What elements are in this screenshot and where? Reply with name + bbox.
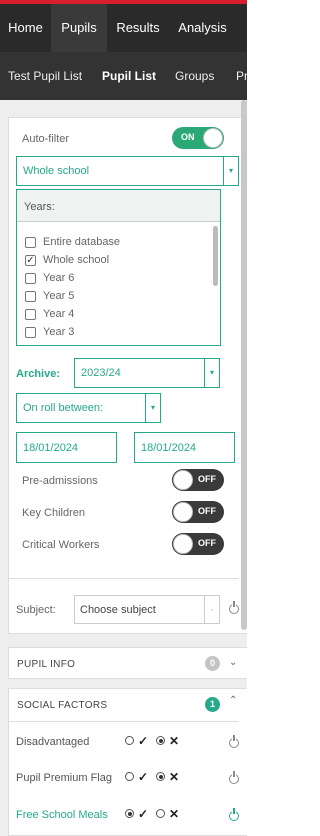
cross-icon[interactable]: ✕ <box>169 770 179 784</box>
nav-pupils[interactable]: Pupils <box>51 4 107 52</box>
years-header-label: Years: <box>24 201 55 213</box>
radio-selected[interactable] <box>156 772 165 781</box>
scope-select[interactable]: Whole school ▾ <box>16 156 239 186</box>
radio-any[interactable] <box>125 736 134 745</box>
scope-select-value: Whole school <box>23 165 90 177</box>
chevron-down-icon: ▾ <box>145 394 160 422</box>
pre-admissions-toggle[interactable]: OFF <box>172 469 224 491</box>
key-children-toggle-text: OFF <box>198 506 216 516</box>
radio-selected[interactable] <box>156 736 165 745</box>
archive-select[interactable]: 2023/24 ▾ <box>74 358 220 388</box>
social-factors-title: SOCIAL FACTORS <box>17 700 108 711</box>
radio-selected[interactable] <box>125 809 134 818</box>
year-option-label: Year 3 <box>43 326 75 338</box>
sub-nav-bar: Test Pupil List Pupil List Groups Pr <box>0 52 248 100</box>
years-scrollbar[interactable] <box>213 226 218 286</box>
key-children-label: Key Children <box>22 507 85 519</box>
checkbox-checked[interactable]: ✓ <box>25 255 36 266</box>
archive-label: Archive: <box>16 368 61 380</box>
top-nav-bar: Home Pupils Results Analysis <box>0 0 247 52</box>
pre-admissions-toggle-text: OFF <box>198 474 216 484</box>
date-from-value: 18/01/2024 <box>23 442 79 454</box>
pupil-info-count-badge: 0 <box>205 656 220 671</box>
checkbox[interactable] <box>25 291 36 302</box>
divider <box>8 578 239 579</box>
subject-select[interactable]: Choose subject - <box>74 595 220 624</box>
on-roll-select[interactable]: On roll between: ▾ <box>16 393 161 423</box>
subnav-test-pupil-list[interactable]: Test Pupil List <box>8 52 82 100</box>
pupil-info-title: PUPIL INFO <box>17 659 76 670</box>
factor-row-pupil-premium: Pupil Premium Flag ✓ ✕ <box>8 761 247 797</box>
subnav-more[interactable]: Pr <box>236 52 248 100</box>
divider <box>8 721 239 722</box>
year-option-label: Year 6 <box>43 272 75 284</box>
toggle-knob <box>173 470 193 490</box>
checkbox[interactable] <box>25 327 36 338</box>
checkbox[interactable] <box>25 309 36 320</box>
pupil-info-section[interactable]: PUPIL INFO 0 ⌄ <box>8 647 247 679</box>
check-icon[interactable]: ✓ <box>138 807 148 821</box>
date-to-input[interactable]: 18/01/2024 <box>134 432 235 463</box>
critical-workers-toggle[interactable]: OFF <box>172 533 224 555</box>
power-icon[interactable] <box>229 808 239 821</box>
year-option-label: Entire database <box>43 236 121 248</box>
panel-scrollbar[interactable] <box>241 100 247 630</box>
factor-label: Free School Meals <box>16 809 108 821</box>
radio-any[interactable] <box>125 772 134 781</box>
archive-select-value: 2023/24 <box>81 367 121 379</box>
key-children-toggle[interactable]: OFF <box>172 501 224 523</box>
check-icon[interactable]: ✓ <box>138 734 148 748</box>
chevron-up-icon[interactable]: ⌃ <box>229 695 237 706</box>
years-header: Years: <box>17 190 220 222</box>
date-to-value: 18/01/2024 <box>141 442 197 454</box>
on-roll-select-value: On roll between: <box>23 402 104 414</box>
pre-admissions-label: Pre-admissions <box>22 475 98 487</box>
power-icon[interactable] <box>229 771 239 784</box>
subnav-groups[interactable]: Groups <box>175 52 214 100</box>
chevron-down-icon: ▾ <box>223 157 238 185</box>
nav-analysis[interactable]: Analysis <box>169 4 236 52</box>
auto-filter-label: Auto-filter <box>22 133 70 145</box>
auto-filter-toggle[interactable]: ON <box>172 127 224 149</box>
toggle-knob <box>173 534 193 554</box>
nav-results[interactable]: Results <box>107 4 169 52</box>
cross-icon[interactable]: ✕ <box>169 734 179 748</box>
factor-row-free-school-meals: Free School Meals ✓ ✕ <box>8 798 247 834</box>
nav-home[interactable]: Home <box>0 4 51 52</box>
subject-select-placeholder: Choose subject <box>80 604 156 616</box>
power-icon[interactable] <box>229 601 239 614</box>
auto-filter-toggle-text: ON <box>181 132 195 142</box>
year-option-label: Year 5 <box>43 290 75 302</box>
critical-workers-label: Critical Workers <box>22 539 100 551</box>
factor-row-disadvantaged: Disadvantaged ✓ ✕ <box>8 725 247 761</box>
radio-any[interactable] <box>156 809 165 818</box>
date-from-input[interactable]: 18/01/2024 <box>16 432 117 463</box>
chevron-down-icon: ▾ <box>204 359 219 387</box>
social-factors-count-badge: 1 <box>205 697 220 712</box>
subnav-pupil-list[interactable]: Pupil List <box>102 52 156 100</box>
toggle-knob <box>203 128 223 148</box>
checkbox[interactable] <box>25 237 36 248</box>
year-option-label: Year 4 <box>43 308 75 320</box>
subject-label: Subject: <box>16 604 56 616</box>
year-option-label: Whole school <box>43 254 110 266</box>
factor-label: Disadvantaged <box>16 736 90 748</box>
checkbox[interactable] <box>25 273 36 284</box>
chevron-down-icon: - <box>204 596 219 623</box>
cross-icon[interactable]: ✕ <box>169 807 179 821</box>
years-dropdown: Years: Entire database ✓ Whole school Ye… <box>16 189 221 346</box>
power-icon[interactable] <box>229 735 239 748</box>
chevron-down-icon[interactable]: ⌄ <box>229 657 237 668</box>
check-icon[interactable]: ✓ <box>138 770 148 784</box>
factor-label: Pupil Premium Flag <box>16 772 112 784</box>
toggle-knob <box>173 502 193 522</box>
critical-workers-toggle-text: OFF <box>198 538 216 548</box>
